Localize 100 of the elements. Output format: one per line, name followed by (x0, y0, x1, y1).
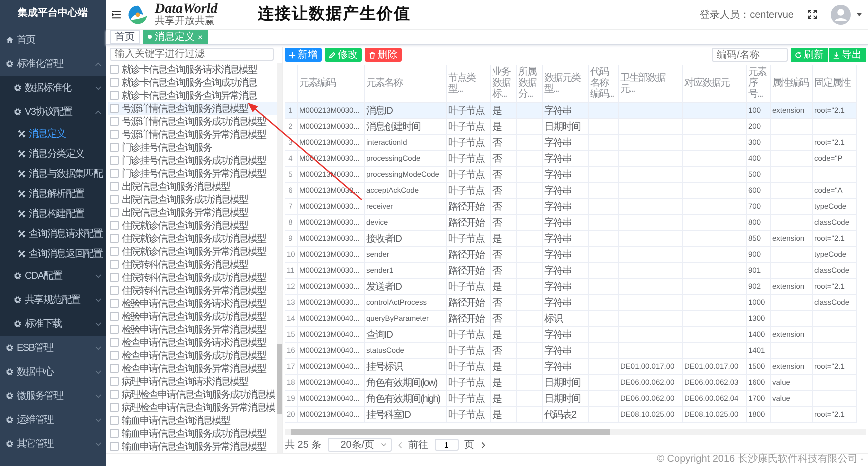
table-cell: 是 (490, 102, 516, 118)
tree-item[interactable]: 输血申请信息查询服务异常消息模型 (108, 440, 277, 453)
tree-item[interactable]: 号源详情信息查询服务消息模型 (108, 102, 277, 115)
caret-icon[interactable] (857, 12, 862, 16)
tree-item[interactable]: 就诊卡信息查询服务查询成功消息 (108, 76, 277, 89)
menu-item[interactable]: 消息构建配置 (0, 204, 106, 224)
menu-item[interactable]: 共享规范配置 (0, 288, 106, 312)
tree-item[interactable]: 病理检查申请信息查询服务异常消息模 (108, 401, 277, 414)
checkbox[interactable] (110, 364, 119, 373)
menu-item[interactable]: 查询消息请求配置 (0, 224, 106, 244)
checkbox[interactable] (110, 143, 119, 152)
menu-item[interactable]: ESB管理 (0, 336, 106, 360)
checkbox[interactable] (110, 377, 119, 386)
search-field[interactable]: 编码/名称 (712, 48, 788, 62)
avatar-icon[interactable] (831, 4, 851, 24)
menu-icon[interactable] (112, 10, 121, 18)
menu-item[interactable]: 标准化管理 (0, 52, 106, 76)
menu-item[interactable]: 数据中心 (0, 360, 106, 384)
menu-item[interactable]: 消息定义 (0, 124, 106, 144)
tree-item[interactable]: 门诊挂号信息查询服务成功消息模型 (108, 154, 277, 167)
checkbox[interactable] (110, 156, 119, 165)
table-cell: 字符串 (542, 150, 588, 166)
menu-item[interactable]: 消息解析配置 (0, 184, 106, 204)
scrollbar[interactable] (277, 63, 282, 453)
checkbox[interactable] (110, 390, 119, 399)
tree-item[interactable]: 检查申请信息查询服务请求消息模型 (108, 336, 277, 349)
tree-item[interactable]: 住院就诊信息查询服务异常消息模型 (108, 245, 277, 258)
checkbox[interactable] (110, 429, 119, 438)
checkbox[interactable] (110, 247, 119, 256)
menu-item[interactable]: CDA配置 (0, 264, 106, 288)
menu-item[interactable]: 数据标准化 (0, 76, 106, 100)
fullscreen-icon[interactable] (808, 10, 817, 19)
tree-item[interactable]: 号源详情信息查询服务成功消息模型 (108, 115, 277, 128)
action-button[interactable]: 删除 (365, 48, 402, 62)
menu-item[interactable]: 微服务管理 (0, 384, 106, 408)
action-button[interactable]: 新增 (285, 48, 322, 62)
tree-item[interactable]: 检验申请信息查询服务请求消息模型 (108, 297, 277, 310)
tree-item[interactable]: 出院信息查询服务消息模型 (108, 180, 277, 193)
checkbox[interactable] (110, 195, 119, 204)
menu-item[interactable]: 其它管理 (0, 432, 106, 456)
checkbox[interactable] (110, 78, 119, 87)
checkbox[interactable] (110, 182, 119, 191)
tree-item[interactable]: 住院转科信息查询服务成功消息模型 (108, 271, 277, 284)
chevron-icon (95, 298, 102, 302)
menu-item[interactable]: 首页 (0, 28, 106, 52)
menu-item[interactable]: 消息分类定义 (0, 144, 106, 164)
next-page-icon[interactable] (480, 442, 486, 448)
menu-item[interactable]: 查询消息返回配置 (0, 244, 106, 264)
checkbox[interactable] (110, 338, 119, 347)
checkbox[interactable] (110, 130, 119, 139)
checkbox[interactable] (110, 299, 119, 308)
checkbox[interactable] (110, 65, 119, 74)
checkbox[interactable] (110, 208, 119, 217)
checkbox[interactable] (110, 169, 119, 178)
checkbox[interactable] (110, 91, 119, 100)
checkbox[interactable] (110, 286, 119, 295)
tree-item[interactable]: 输血申请信息查询消息模型 (108, 414, 277, 427)
checkbox[interactable] (110, 273, 119, 282)
tree-item[interactable]: 住院转科信息查询服务异常消息模型 (108, 284, 277, 297)
tree-item[interactable]: 出院信息查询服务成功消息模型 (108, 193, 277, 206)
tree-item[interactable]: 出院信息查询服务异常消息模型 (108, 206, 277, 219)
menu-item[interactable]: 消息与数据集匹配 (0, 164, 106, 184)
table-cell: 字符串 (542, 166, 588, 182)
checkbox[interactable] (110, 104, 119, 113)
checkbox[interactable] (110, 442, 119, 451)
tree-item[interactable]: 就诊卡信息查询服务请求消息模型 (108, 63, 277, 76)
tree-item[interactable]: 住院就诊信息查询服务消息模型 (108, 219, 277, 232)
tree-item[interactable]: 号源详情信息查询服务异常消息模型 (108, 128, 277, 141)
page-input[interactable]: 1 (434, 439, 459, 451)
tree-item[interactable]: 住院转科信息查询服务消息模型 (108, 258, 277, 271)
checkbox[interactable] (110, 403, 119, 412)
checkbox[interactable] (110, 325, 119, 334)
page-size-select[interactable]: 20条/页 (328, 438, 392, 452)
checkbox[interactable] (110, 351, 119, 360)
tree-item[interactable]: 检查申请信息查询服务成功消息模型 (108, 349, 277, 362)
menu-item[interactable]: V3协议配置 (0, 100, 106, 124)
tree-item[interactable]: 病理检查申请信息查询服务成功消息模 (108, 388, 277, 401)
previous-page-icon[interactable] (398, 442, 403, 448)
tree-item[interactable]: 就诊卡信息查询服务查询异常消息 (108, 89, 277, 102)
checkbox[interactable] (110, 260, 119, 269)
checkbox[interactable] (110, 117, 119, 126)
tree-item[interactable]: 输血申请信息查询服务成功消息模型 (108, 427, 277, 440)
tree-item[interactable]: 门诊挂号信息查询服务 (108, 141, 277, 154)
horizontal-scrollbar[interactable] (285, 429, 866, 435)
tree-item[interactable]: 住院就诊信息查询服务成功消息模型 (108, 232, 277, 245)
checkbox[interactable] (110, 221, 119, 230)
tree-item[interactable]: 检验申请信息查询服务异常消息模型 (108, 323, 277, 336)
tree-item[interactable]: 检验申请信息查询服务成功消息模型 (108, 310, 277, 323)
menu-item[interactable]: 运维管理 (0, 408, 106, 432)
table-cell: 否 (490, 214, 516, 230)
checkbox[interactable] (110, 416, 119, 425)
tab[interactable]: 首页 (110, 30, 140, 44)
tree-item[interactable]: 门诊挂号信息查询服务异常消息模型 (108, 167, 277, 180)
tree-item[interactable]: 检查申请信息查询服务异常消息模型 (108, 362, 277, 375)
menu-item[interactable]: 标准下载 (0, 312, 106, 336)
checkbox[interactable] (110, 234, 119, 243)
page-suffix: 页 (464, 439, 475, 452)
tree-item[interactable]: 病理申请信息查询请求消息模型 (108, 375, 277, 388)
checkbox[interactable] (110, 312, 119, 321)
close-icon[interactable] (198, 34, 203, 40)
